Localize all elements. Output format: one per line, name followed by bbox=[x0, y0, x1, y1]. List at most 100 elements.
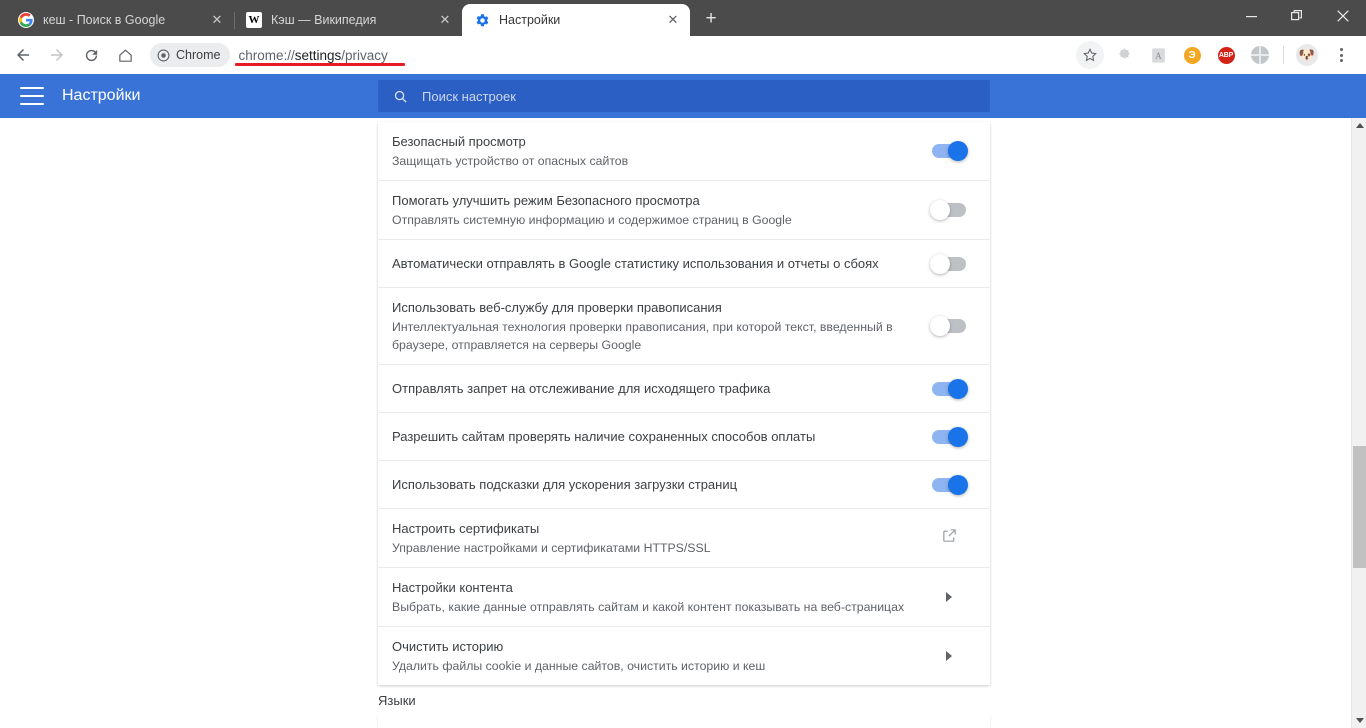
menu-dots bbox=[1339, 48, 1343, 62]
setting-row-manage-certificates[interactable]: Настроить сертификаты Управление настрой… bbox=[378, 509, 990, 568]
row-control bbox=[926, 141, 972, 161]
scroll-down-arrow[interactable] bbox=[1352, 713, 1366, 728]
adobe-acrobat-icon[interactable]: A bbox=[1144, 41, 1172, 69]
toggle-knob bbox=[930, 253, 950, 274]
close-icon[interactable] bbox=[1320, 0, 1366, 32]
adblock-plus-icon[interactable]: ABP bbox=[1212, 41, 1240, 69]
row-subtitle: Управление настройками и сертификатами H… bbox=[392, 541, 711, 555]
languages-card-top-edge bbox=[378, 715, 990, 728]
browser-tab-google[interactable]: кеш - Поиск в Google ✕ bbox=[6, 4, 234, 36]
scroll-up-arrow[interactable] bbox=[1352, 118, 1366, 133]
row-title: Настроить сертификаты bbox=[392, 521, 540, 536]
extension-icon[interactable]: Э bbox=[1178, 41, 1206, 69]
row-text: Очистить историю Удалить файлы cookie и … bbox=[392, 627, 926, 685]
globe-badge bbox=[1251, 46, 1269, 64]
scrollbar-thumb[interactable] bbox=[1353, 446, 1366, 568]
three-dot-menu-icon[interactable] bbox=[1327, 41, 1355, 69]
globe-icon[interactable] bbox=[1246, 41, 1274, 69]
row-title: Разрешить сайтам проверять наличие сохра… bbox=[392, 429, 816, 444]
extension-badge: Э bbox=[1183, 46, 1201, 64]
toggle-knob bbox=[930, 316, 950, 336]
setting-row-usage-stats[interactable]: Автоматически отправлять в Google статис… bbox=[378, 240, 990, 288]
avast-icon[interactable] bbox=[1110, 41, 1138, 69]
setting-row-safe-browsing[interactable]: Безопасный просмотр Защищать устройство … bbox=[378, 122, 990, 181]
search-input[interactable] bbox=[422, 88, 976, 104]
window-controls bbox=[1228, 0, 1366, 32]
toggle-safe-browsing[interactable] bbox=[932, 141, 968, 161]
setting-row-do-not-track[interactable]: Отправлять запрет на отслеживание для ис… bbox=[378, 365, 990, 413]
abp-badge: ABP bbox=[1217, 46, 1235, 64]
settings-header: Настройки bbox=[0, 74, 1366, 118]
hamburger-menu-icon[interactable] bbox=[20, 87, 44, 105]
url-strong: settings bbox=[294, 47, 342, 63]
setting-row-content-settings[interactable]: Настройки контента Выбрать, какие данные… bbox=[378, 568, 990, 627]
toggle-preload-pages[interactable] bbox=[932, 474, 968, 495]
toggle-knob bbox=[948, 378, 968, 399]
row-title: Помогать улучшить режим Безопасного прос… bbox=[392, 193, 700, 208]
row-subtitle: Интеллектуальная технология проверки пра… bbox=[392, 320, 893, 352]
toolbar-divider bbox=[1283, 46, 1284, 64]
home-icon[interactable] bbox=[110, 40, 140, 70]
reload-icon[interactable] bbox=[76, 40, 106, 70]
restore-icon[interactable] bbox=[1274, 0, 1320, 32]
row-title: Автоматически отправлять в Google статис… bbox=[392, 256, 879, 271]
chrome-chip-label: Chrome bbox=[176, 48, 221, 62]
browser-tab-wikipedia[interactable]: W Кэш — Википедия ✕ bbox=[234, 4, 462, 36]
toggle-do-not-track[interactable] bbox=[932, 378, 968, 399]
url-prefix: chrome:// bbox=[238, 47, 295, 63]
toggle-payment-methods[interactable] bbox=[932, 426, 968, 447]
tab-title: кеш - Поиск в Google bbox=[43, 13, 166, 27]
tab-close-button[interactable]: ✕ bbox=[208, 11, 226, 29]
profile-avatar-image: 🐶 bbox=[1296, 44, 1318, 66]
browser-toolbar: Chrome chrome://settings/privacy A Э ABP bbox=[0, 36, 1366, 74]
page-scrollbar[interactable] bbox=[1351, 118, 1366, 728]
minimize-icon[interactable] bbox=[1228, 0, 1274, 32]
toggle-knob bbox=[930, 200, 950, 220]
row-control bbox=[926, 527, 972, 549]
row-text: Отправлять запрет на отслеживание для ис… bbox=[392, 369, 926, 408]
setting-row-payment-methods[interactable]: Разрешить сайтам проверять наличие сохра… bbox=[378, 413, 990, 461]
forward-arrow-icon[interactable] bbox=[42, 40, 72, 70]
tab-title: Настройки bbox=[499, 13, 561, 27]
tab-close-button[interactable]: ✕ bbox=[436, 11, 454, 29]
setting-row-clear-browsing-data[interactable]: Очистить историю Удалить файлы cookie и … bbox=[378, 627, 990, 685]
avatar[interactable]: 🐶 bbox=[1293, 41, 1321, 69]
privacy-settings-card: Безопасный просмотр Защищать устройство … bbox=[378, 122, 990, 685]
chevron-right-icon[interactable] bbox=[946, 651, 952, 661]
chrome-origin-chip: Chrome bbox=[150, 43, 231, 67]
toggle-usage-stats[interactable] bbox=[930, 253, 966, 274]
url-suffix: /privacy bbox=[341, 47, 388, 63]
scroll-down-triangle-icon bbox=[1355, 718, 1364, 723]
new-tab-button[interactable]: + bbox=[696, 4, 726, 34]
row-control bbox=[926, 316, 972, 336]
row-subtitle: Отправлять системную информацию и содерж… bbox=[392, 213, 792, 227]
back-arrow-icon[interactable] bbox=[8, 40, 38, 70]
row-text: Безопасный просмотр Защищать устройство … bbox=[392, 122, 926, 180]
browser-tab-settings[interactable]: Настройки ✕ bbox=[462, 4, 690, 36]
star-icon[interactable] bbox=[1076, 41, 1104, 69]
tab-close-button[interactable]: ✕ bbox=[664, 11, 682, 29]
toggle-spellcheck[interactable] bbox=[930, 316, 966, 336]
row-subtitle: Выбрать, какие данные отправлять сайтам … bbox=[392, 600, 905, 614]
row-text: Использовать веб-службу для проверки пра… bbox=[392, 288, 926, 364]
row-text: Использовать подсказки для ускорения заг… bbox=[392, 465, 926, 504]
svg-text:A: A bbox=[1155, 51, 1162, 61]
url-text[interactable]: chrome://settings/privacy bbox=[238, 48, 387, 63]
settings-search-box[interactable] bbox=[378, 80, 990, 112]
search-icon bbox=[392, 88, 408, 104]
row-control bbox=[926, 426, 972, 447]
scroll-up-triangle-icon bbox=[1355, 123, 1364, 128]
external-link-icon[interactable] bbox=[941, 527, 958, 549]
toolbar-actions: A Э ABP 🐶 bbox=[1073, 41, 1358, 69]
toggle-improve-safe-browsing[interactable] bbox=[930, 200, 966, 220]
setting-row-spellcheck[interactable]: Использовать веб-службу для проверки пра… bbox=[378, 288, 990, 365]
settings-gear-icon bbox=[474, 12, 490, 28]
setting-row-preload-pages[interactable]: Использовать подсказки для ускорения заг… bbox=[378, 461, 990, 509]
page-title: Настройки bbox=[62, 87, 141, 104]
toggle-knob bbox=[948, 141, 968, 161]
toggle-knob bbox=[948, 474, 968, 495]
setting-row-improve-safe-browsing[interactable]: Помогать улучшить режим Безопасного прос… bbox=[378, 181, 990, 240]
row-title: Использовать подсказки для ускорения заг… bbox=[392, 477, 738, 492]
row-control bbox=[926, 592, 972, 602]
chevron-right-icon[interactable] bbox=[946, 592, 952, 602]
